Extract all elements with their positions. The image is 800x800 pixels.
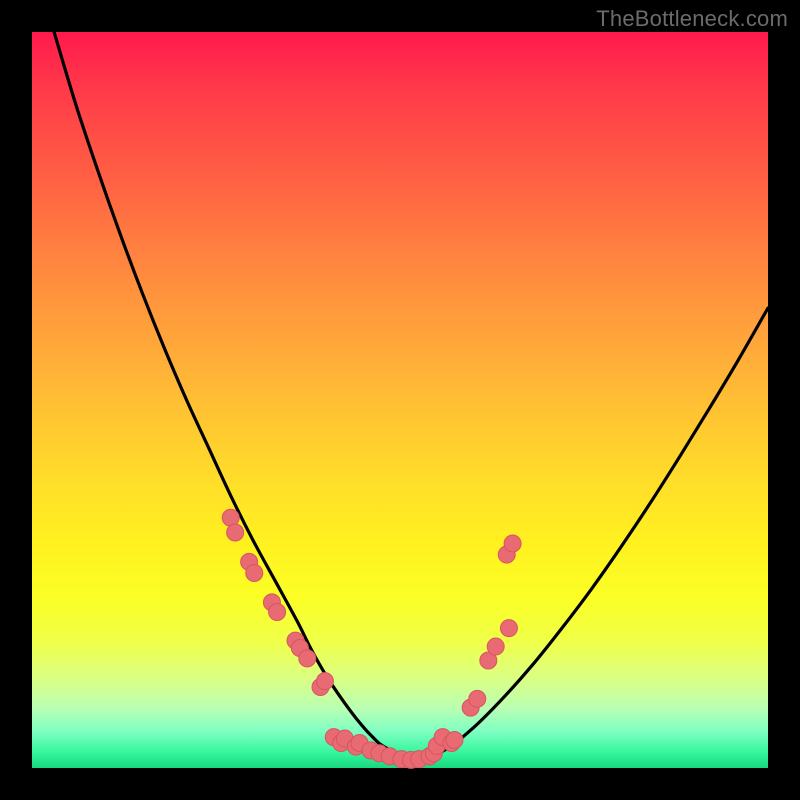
chart-stage: TheBottleneck.com — [0, 0, 800, 800]
data-marker — [487, 638, 504, 655]
data-marker — [269, 603, 286, 620]
data-marker — [504, 535, 521, 552]
attribution-text: TheBottleneck.com — [596, 6, 788, 32]
data-marker — [227, 524, 244, 541]
plot-area — [32, 32, 768, 768]
data-marker — [446, 732, 463, 749]
chart-svg — [32, 32, 768, 768]
data-marker — [500, 620, 517, 637]
data-marker — [246, 564, 263, 581]
data-marker — [469, 690, 486, 707]
bottleneck-curve — [54, 32, 768, 759]
data-marker — [299, 650, 316, 667]
data-marker — [316, 673, 333, 690]
data-markers — [222, 509, 521, 768]
